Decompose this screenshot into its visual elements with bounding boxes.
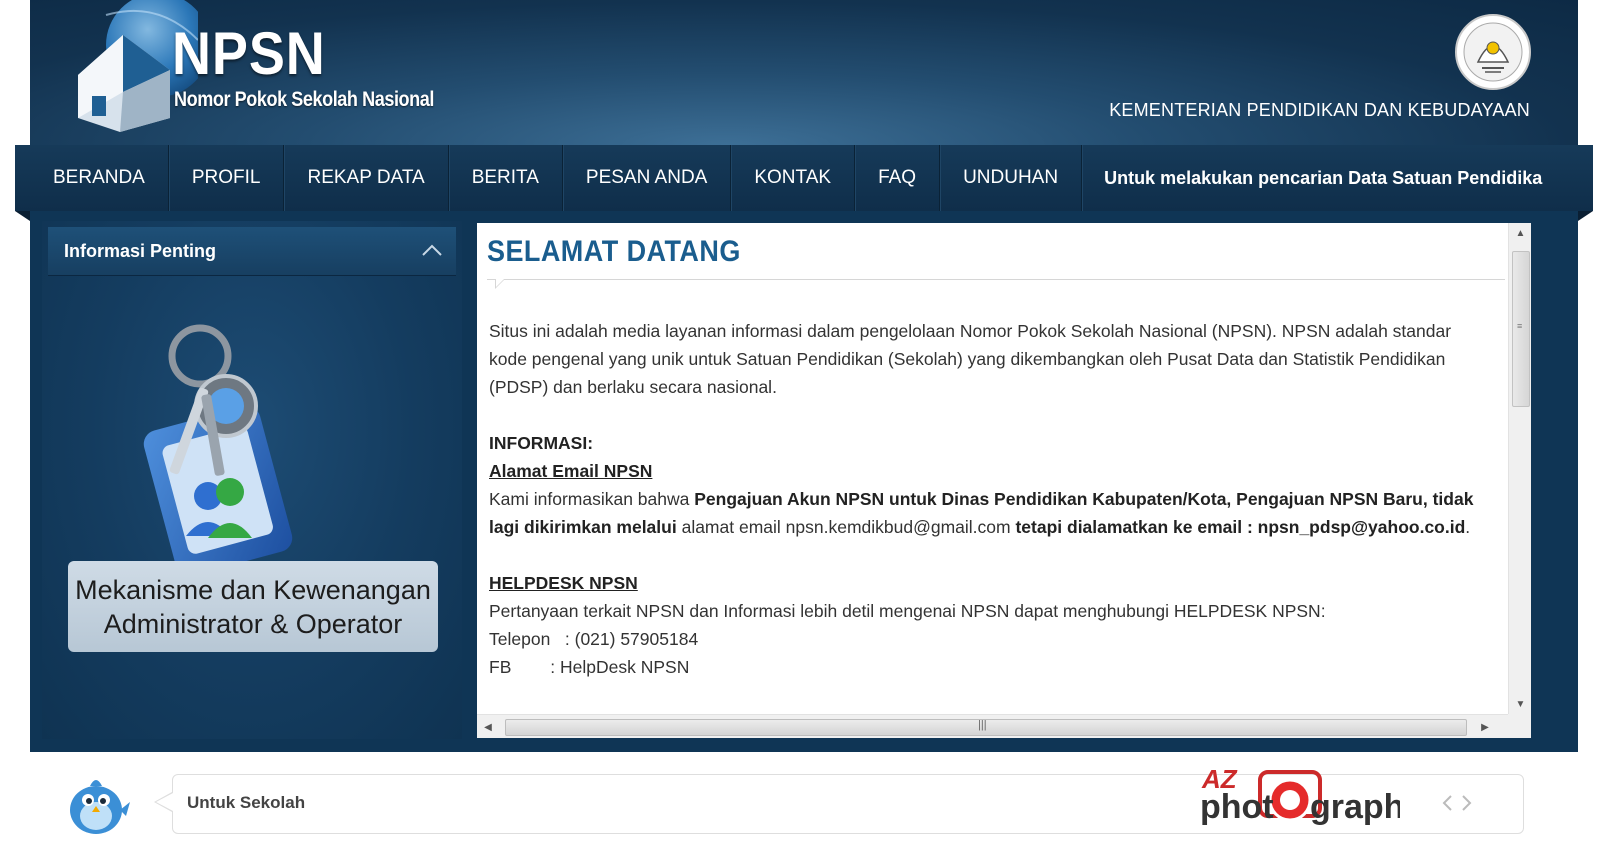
- banner-line-1: Mekanisme dan Kewenangan: [75, 574, 431, 605]
- nav-item-pesan-anda[interactable]: PESAN ANDA: [563, 145, 732, 211]
- nav-fold-left: [15, 211, 30, 221]
- banner-line-2: Administrator & Operator: [103, 608, 403, 639]
- scroll-down-arrow-icon[interactable]: ▼: [1509, 694, 1531, 714]
- email-heading-link[interactable]: Alamat Email NPSN: [489, 457, 1489, 485]
- main-area: Informasi Penting Mekanisme dan Kewenang…: [30, 211, 1578, 752]
- nav-ticker[interactable]: Untuk melakukan pencarian Data Satuan Pe…: [1082, 145, 1593, 211]
- page: NPSN Nomor Pokok Sekolah Nasional KEMENT…: [15, 0, 1593, 866]
- footer-ticker-label[interactable]: Untuk Sekolah: [187, 793, 305, 813]
- title-divider: [487, 279, 1505, 280]
- intro-paragraph: Situs ini adalah media layanan informasi…: [489, 321, 1452, 397]
- svg-text:phot: phot: [1200, 788, 1274, 826]
- grip-icon: |||: [978, 719, 987, 731]
- scrollbar-corner: [1508, 714, 1531, 738]
- helpdesk-phone: Telepon : (021) 57905184: [489, 629, 699, 649]
- chevron-up-icon[interactable]: [420, 241, 444, 261]
- ministry-name: KEMENTERIAN PENDIDIKAN DAN KEBUDAYAAN: [1109, 100, 1530, 120]
- prev-arrow-icon[interactable]: [1441, 793, 1453, 813]
- next-arrow-icon[interactable]: [1461, 793, 1473, 813]
- nav-item-kontak[interactable]: KONTAK: [731, 145, 856, 211]
- email-text-2: alamat email npsn.kemdikbud@gmail.com: [676, 517, 1016, 537]
- site-header: NPSN Nomor Pokok Sekolah Nasional KEMENT…: [30, 0, 1578, 145]
- title-notch-inner: [496, 279, 504, 287]
- vertical-scroll-thumb[interactable]: ≡: [1512, 251, 1530, 407]
- keys-user-icon: [143, 324, 293, 576]
- grip-icon: ≡: [1517, 321, 1523, 331]
- sidebar: Informasi Penting Mekanisme dan Kewenang…: [42, 221, 462, 739]
- nav-item-unduhan[interactable]: UNDUHAN: [940, 145, 1083, 211]
- info-heading: INFORMASI:: [489, 433, 594, 453]
- logo-title: NPSN: [172, 20, 326, 87]
- email-bold-2: tetapi dialamatkan ke email : npsn_pdsp@…: [1015, 517, 1466, 537]
- page-title: SELAMAT DATANG: [487, 235, 741, 268]
- nav-fold-right: [1578, 211, 1593, 221]
- footer: Untuk Sekolah AZ phot graph: [30, 752, 1578, 866]
- nav-item-beranda[interactable]: BERANDA: [15, 145, 169, 211]
- photograph-watermark-logo: AZ phot graph: [1200, 764, 1400, 826]
- sidebar-title: Informasi Penting: [64, 241, 217, 261]
- content-text: Situs ini adalah media layanan informasi…: [489, 317, 1489, 681]
- email-text-end: .: [1465, 517, 1471, 537]
- horizontal-scrollbar[interactable]: ◀ ||| ▶: [477, 714, 1508, 738]
- helpdesk-fb: FB : HelpDesk NPSN: [489, 657, 690, 677]
- vertical-scrollbar[interactable]: ▲ ≡ ▼: [1508, 223, 1531, 714]
- scroll-up-arrow-icon[interactable]: ▲: [1509, 223, 1531, 243]
- ministry-emblem-icon: [1455, 14, 1531, 90]
- nav-item-berita[interactable]: BERITA: [449, 145, 563, 211]
- logo-subtitle: Nomor Pokok Sekolah Nasional: [174, 88, 434, 111]
- nav-item-profil[interactable]: PROFIL: [169, 145, 285, 211]
- scroll-right-arrow-icon[interactable]: ▶: [1474, 715, 1496, 738]
- mechanism-banner[interactable]: Mekanisme dan Kewenangan Administrator &…: [68, 561, 438, 652]
- helpdesk-text: Pertanyaan terkait NPSN dan Informasi le…: [489, 601, 1326, 621]
- main-nav: BERANDA PROFIL REKAP DATA BERITA PESAN A…: [15, 145, 1593, 211]
- horizontal-scroll-thumb[interactable]: |||: [505, 719, 1467, 736]
- bird-mascot-icon: [70, 780, 130, 834]
- nav-item-faq[interactable]: FAQ: [855, 145, 941, 211]
- ticker-notch-inner: [156, 793, 173, 811]
- email-paragraph: Kami informasikan bahwa Pengajuan Akun N…: [489, 485, 1489, 541]
- sidebar-header[interactable]: Informasi Penting: [48, 227, 456, 276]
- email-text-1: Kami informasikan bahwa: [489, 489, 695, 509]
- nav-item-rekap-data[interactable]: REKAP DATA: [284, 145, 449, 211]
- content-panel: SELAMAT DATANG Situs ini adalah media la…: [477, 223, 1531, 738]
- scroll-left-arrow-icon[interactable]: ◀: [477, 715, 499, 738]
- helpdesk-heading-link[interactable]: HELPDESK NPSN: [489, 569, 1489, 597]
- svg-text:graph: graph: [1310, 788, 1400, 826]
